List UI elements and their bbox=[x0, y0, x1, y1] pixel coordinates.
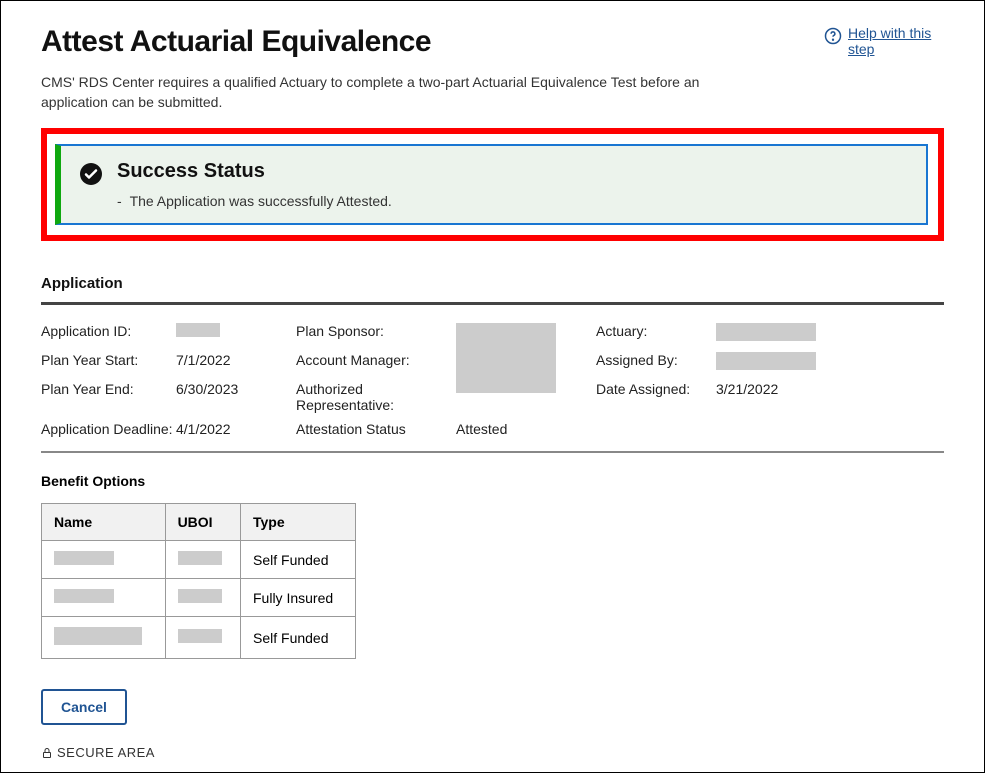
table-row: Self Funded bbox=[42, 617, 356, 659]
label-account-manager: Account Manager: bbox=[296, 352, 456, 368]
application-section-title: Application bbox=[41, 275, 944, 292]
page-frame: Attest Actuarial Equivalence Help with t… bbox=[0, 0, 985, 773]
table-row: Self Funded bbox=[42, 541, 356, 579]
label-application-id: Application ID: bbox=[41, 323, 176, 339]
column-header-uboi: UBOI bbox=[165, 504, 240, 541]
cell-uboi bbox=[165, 617, 240, 659]
cell-name bbox=[42, 579, 166, 617]
benefit-options-title: Benefit Options bbox=[41, 473, 944, 489]
cell-type: Self Funded bbox=[241, 617, 356, 659]
label-authorized-representative: Authorized Representative: bbox=[296, 381, 456, 413]
cancel-button[interactable]: Cancel bbox=[41, 689, 127, 725]
benefit-options-table: Name UBOI Type Self Funded Fully Insured bbox=[41, 503, 356, 659]
cell-uboi bbox=[165, 579, 240, 617]
value-application-id bbox=[176, 323, 296, 340]
success-status-message: The Application was successfully Atteste… bbox=[117, 193, 392, 209]
success-status-title: Success Status bbox=[117, 160, 908, 183]
cell-name bbox=[42, 541, 166, 579]
label-application-deadline: Application Deadline: bbox=[41, 421, 176, 437]
cell-name bbox=[42, 617, 166, 659]
column-header-name: Name bbox=[42, 504, 166, 541]
value-application-deadline: 4/1/2022 bbox=[176, 421, 296, 437]
label-assigned-by: Assigned By: bbox=[596, 352, 716, 368]
success-status-panel: Success Status The Application was succe… bbox=[55, 144, 928, 225]
cell-type: Self Funded bbox=[241, 541, 356, 579]
label-actuary: Actuary: bbox=[596, 323, 716, 339]
page-title: Attest Actuarial Equivalence bbox=[41, 25, 431, 59]
section-divider bbox=[41, 302, 944, 305]
help-link[interactable]: Help with this step bbox=[824, 25, 944, 57]
column-header-type: Type bbox=[241, 504, 356, 541]
value-date-assigned: 3/21/2022 bbox=[716, 381, 841, 397]
secure-area-footer: SECURE AREA bbox=[41, 745, 944, 760]
question-circle-icon bbox=[824, 27, 842, 48]
value-plan-year-start: 7/1/2022 bbox=[176, 352, 296, 368]
application-details-grid: Application ID: Plan Sponsor: Actuary: P… bbox=[41, 323, 944, 437]
secure-area-label: SECURE AREA bbox=[57, 745, 155, 760]
section-divider-thin bbox=[41, 451, 944, 453]
value-actuary bbox=[716, 323, 841, 344]
cell-uboi bbox=[165, 541, 240, 579]
value-assigned-by bbox=[716, 352, 841, 373]
label-plan-year-start: Plan Year Start: bbox=[41, 352, 176, 368]
label-date-assigned: Date Assigned: bbox=[596, 381, 716, 397]
value-plan-sponsor bbox=[456, 323, 596, 393]
intro-text: CMS' RDS Center requires a qualified Act… bbox=[41, 73, 701, 112]
status-highlight-box: Success Status The Application was succe… bbox=[41, 128, 944, 241]
lock-icon bbox=[41, 747, 53, 759]
cell-type: Fully Insured bbox=[241, 579, 356, 617]
table-row: Fully Insured bbox=[42, 579, 356, 617]
value-attestation-status: Attested bbox=[456, 421, 596, 437]
label-plan-sponsor: Plan Sponsor: bbox=[296, 323, 456, 339]
value-plan-year-end: 6/30/2023 bbox=[176, 381, 296, 397]
help-label: Help with this step bbox=[848, 25, 944, 57]
label-attestation-status: Attestation Status bbox=[296, 421, 456, 437]
label-plan-year-end: Plan Year End: bbox=[41, 381, 176, 397]
check-circle-icon bbox=[79, 162, 103, 186]
